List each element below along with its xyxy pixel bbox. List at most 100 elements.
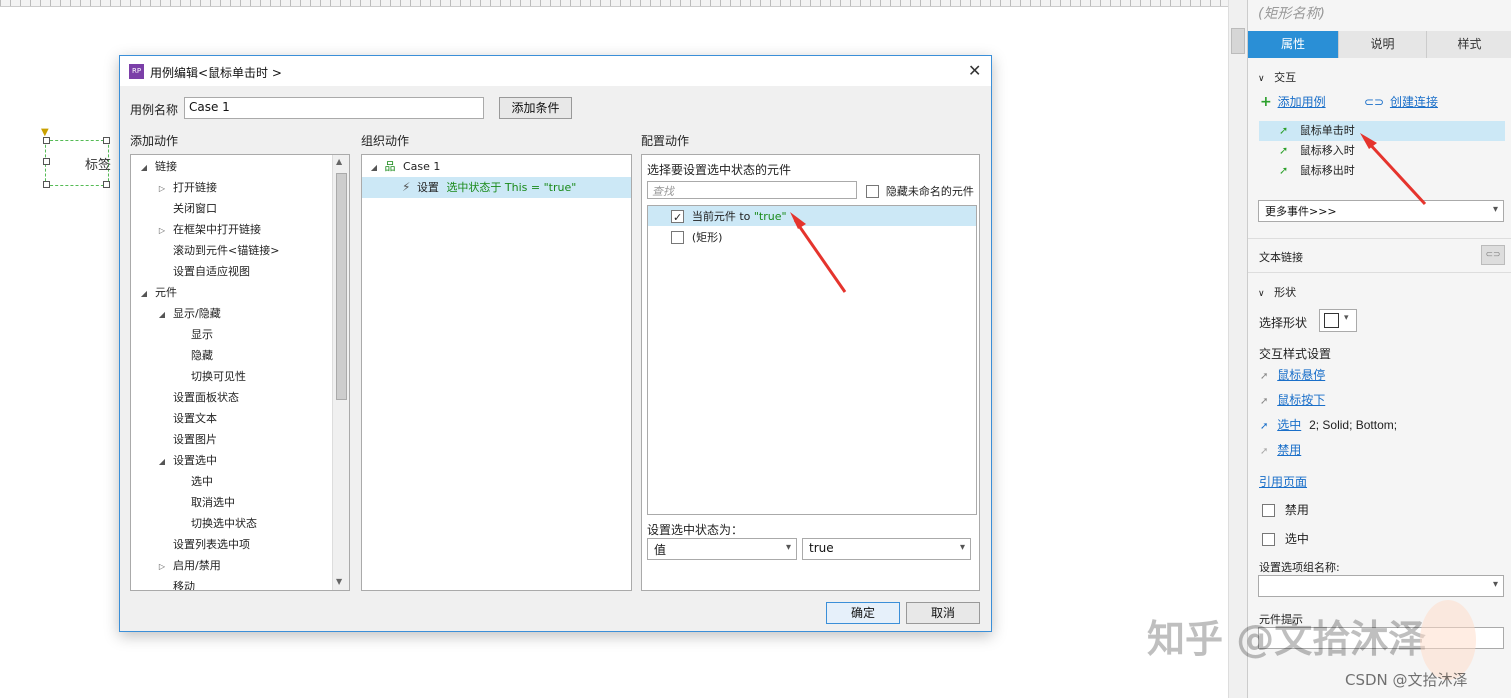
- action-tree-item[interactable]: 隐藏: [131, 345, 213, 366]
- action-tree-item[interactable]: 设置文本: [131, 408, 217, 429]
- selected-option[interactable]: 选中: [1262, 530, 1309, 547]
- create-link-wrap[interactable]: ⊂⊃ 创建连接: [1364, 93, 1438, 110]
- widget-handle[interactable]: [43, 137, 50, 144]
- action-tree-item[interactable]: 显示: [131, 324, 213, 345]
- action-prefix: 设置: [416, 181, 439, 194]
- action-tree-item[interactable]: ◢ 设置选中: [131, 450, 217, 471]
- shape-section-header[interactable]: ∨ 形状: [1258, 284, 1296, 300]
- action-tree-item[interactable]: 滚动到元件<锚链接>: [131, 240, 279, 261]
- mouse-hover-link[interactable]: 鼠标悬停: [1277, 368, 1325, 382]
- disabled-style-row[interactable]: ➚ 禁用: [1260, 441, 1301, 458]
- add-case-link-wrap[interactable]: + 添加用例: [1260, 93, 1326, 110]
- text-link-button[interactable]: ⊂⊃: [1481, 245, 1505, 265]
- disabled-style-link[interactable]: 禁用: [1277, 443, 1301, 457]
- action-tree-item[interactable]: 设置面板状态: [131, 387, 239, 408]
- selected-style-link[interactable]: 选中: [1277, 418, 1301, 432]
- action-tree-label: 链接: [155, 160, 177, 173]
- widget-handle[interactable]: [43, 158, 50, 165]
- event-item-mouseleave[interactable]: ➚ 鼠标移出时: [1259, 161, 1505, 181]
- action-tree-scrollbar[interactable]: ▲ ▼: [332, 155, 349, 590]
- action-tree-label: 选中: [191, 475, 213, 488]
- action-tree-item[interactable]: 切换可见性: [131, 366, 246, 387]
- canvas-vertical-scrollbar[interactable]: [1228, 0, 1247, 698]
- rect-widget-checkbox[interactable]: [671, 231, 684, 244]
- widget-list-item-rect[interactable]: (矩形): [648, 227, 976, 247]
- value-type-select[interactable]: 值: [647, 538, 797, 560]
- add-condition-button[interactable]: 添加条件: [499, 97, 572, 119]
- reference-page-link[interactable]: 引用页面: [1259, 473, 1307, 490]
- group-name-select[interactable]: [1258, 575, 1504, 597]
- case-tree-item[interactable]: ◢ 品 Case 1: [367, 156, 441, 178]
- action-tree-item[interactable]: ◢ 显示/隐藏: [131, 303, 221, 324]
- action-tree-item[interactable]: 取消选中: [131, 492, 235, 513]
- collapsed-triangle-icon[interactable]: ▷: [155, 178, 169, 199]
- mouse-down-link[interactable]: 鼠标按下: [1277, 393, 1325, 407]
- action-tree-item[interactable]: ▷ 在框架中打开链接: [131, 219, 261, 240]
- expanded-triangle-icon[interactable]: ◢: [367, 157, 381, 178]
- widget-name-field[interactable]: (矩形名称): [1258, 3, 1325, 23]
- selected-style-row[interactable]: ➚ 选中 2; Solid; Bottom;: [1260, 416, 1397, 433]
- tab-style[interactable]: 样式: [1426, 31, 1511, 58]
- scroll-down-icon[interactable]: ▼: [336, 577, 342, 586]
- widget-handle[interactable]: [43, 181, 50, 188]
- disabled-checkbox[interactable]: [1262, 504, 1275, 517]
- shape-picker[interactable]: ▾: [1319, 309, 1357, 332]
- action-tree-item[interactable]: 移动: [131, 576, 195, 590]
- action-tree-item[interactable]: 切换选中状态: [131, 513, 257, 534]
- case-editor-dialog: RP 用例编辑<鼠标单击时 > ✕ 用例名称 Case 1 添加条件 添加动作 …: [119, 55, 992, 632]
- current-widget-checkbox[interactable]: [671, 208, 684, 228]
- action-tree-item[interactable]: 关闭窗口: [131, 198, 217, 219]
- true-value-select[interactable]: true: [802, 538, 971, 560]
- action-tree-item[interactable]: ◢ 元件: [131, 282, 177, 303]
- rectangle-shape-icon: [1324, 313, 1339, 328]
- more-events-select[interactable]: 更多事件>>>: [1258, 200, 1504, 222]
- action-tree-label: 设置文本: [173, 412, 217, 425]
- canvas-scroll-thumb[interactable]: [1231, 28, 1245, 54]
- selected-checkbox[interactable]: [1262, 533, 1275, 546]
- interaction-section-header[interactable]: ∨ 交互: [1258, 69, 1296, 85]
- close-icon[interactable]: ✕: [968, 61, 981, 80]
- widget-list-item-current[interactable]: 当前元件 to "true": [648, 206, 976, 228]
- create-link[interactable]: 创建连接: [1390, 95, 1438, 109]
- expanded-triangle-icon[interactable]: ◢: [137, 157, 151, 178]
- expanded-triangle-icon[interactable]: ◢: [137, 283, 151, 304]
- collapsed-triangle-icon[interactable]: ▷: [155, 220, 169, 241]
- event-item-click[interactable]: ➚ 鼠标单击时: [1259, 121, 1505, 141]
- mousedown-style-row[interactable]: ➚ 鼠标按下: [1260, 391, 1325, 408]
- action-tree-item-selected[interactable]: ⚡ 设置 选中状态于 This = "true": [362, 177, 631, 198]
- action-tree-item[interactable]: 设置列表选中项: [131, 534, 250, 555]
- widget-search-input[interactable]: 查找: [647, 181, 857, 199]
- tab-notes[interactable]: 说明: [1338, 31, 1426, 58]
- widget-handle[interactable]: [103, 181, 110, 188]
- cancel-button[interactable]: 取消: [906, 602, 980, 624]
- action-tree-item[interactable]: ▷ 打开链接: [131, 177, 217, 198]
- add-case-link[interactable]: 添加用例: [1278, 95, 1326, 109]
- widget-handle[interactable]: [103, 137, 110, 144]
- action-tree-scroll-thumb[interactable]: [336, 173, 347, 400]
- ok-button[interactable]: 确定: [826, 602, 900, 624]
- case-name-input[interactable]: Case 1: [184, 97, 484, 119]
- action-tree-item[interactable]: ▷ 启用/禁用: [131, 555, 221, 576]
- action-tree-item[interactable]: ◢ 链接: [131, 156, 177, 177]
- expanded-triangle-icon[interactable]: ◢: [155, 304, 169, 325]
- action-tree-label: 显示: [191, 328, 213, 341]
- text-link-label: 文本链接: [1259, 251, 1303, 264]
- action-tree-item[interactable]: 设置自适应视图: [131, 261, 250, 282]
- hover-style-row[interactable]: ➚ 鼠标悬停: [1260, 366, 1325, 383]
- scroll-up-icon[interactable]: ▲: [336, 157, 342, 166]
- action-tree-label: 显示/隐藏: [173, 307, 221, 320]
- action-detail: 选中状态于 This = "true": [446, 181, 577, 194]
- event-item-mouseenter[interactable]: ➚ 鼠标移入时: [1259, 141, 1505, 161]
- hide-unnamed-option[interactable]: 隐藏未命名的元件: [866, 183, 974, 199]
- expanded-triangle-icon[interactable]: ◢: [155, 451, 169, 472]
- event-label: 鼠标单击时: [1299, 124, 1355, 137]
- collapsed-triangle-icon[interactable]: ▷: [155, 556, 169, 577]
- disabled-label: 禁用: [1284, 503, 1309, 517]
- hide-unnamed-checkbox[interactable]: [866, 185, 879, 198]
- events-list: ➚ 鼠标单击时 ➚ 鼠标移入时 ➚ 鼠标移出时: [1259, 121, 1505, 181]
- shape-header-label: 形状: [1274, 286, 1297, 299]
- disabled-option[interactable]: 禁用: [1262, 501, 1309, 518]
- tab-properties[interactable]: 属性: [1248, 31, 1338, 58]
- action-tree-item[interactable]: 设置图片: [131, 429, 217, 450]
- action-tree-item[interactable]: 选中: [131, 471, 213, 492]
